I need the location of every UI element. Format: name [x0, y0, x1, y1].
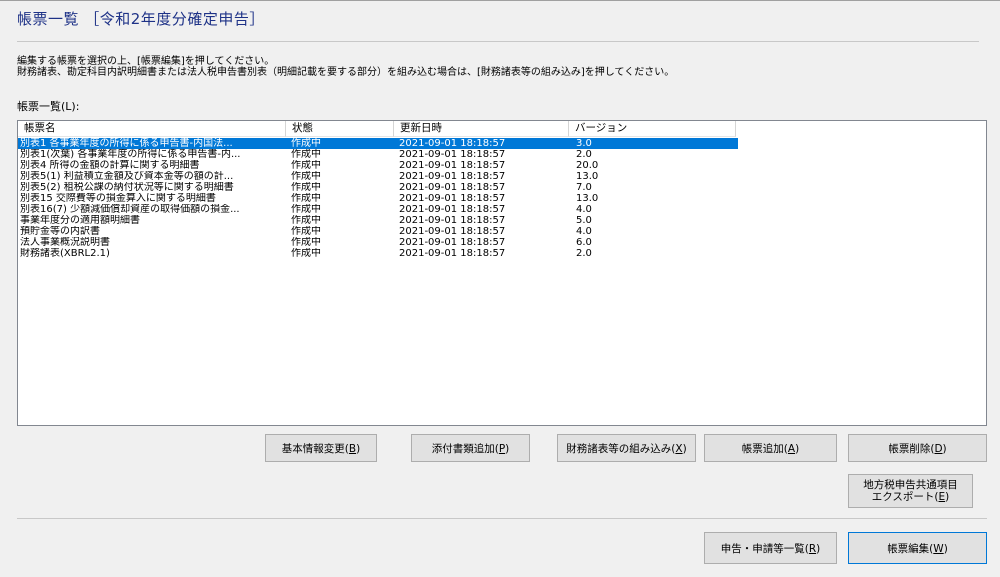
delete-form-label: 帳票削除( — [888, 442, 935, 455]
instruction-line-2: 財務諸表、勘定科目内訳明細書または法人税申告書別表（明細記載を要する部分）を組み… — [17, 67, 675, 78]
row-status: 作成中 — [291, 149, 321, 160]
row-updated: 2021-09-01 18:18:57 — [399, 193, 506, 204]
row-name: 別表16(7) 少額減価償却資産の取得価額の損金... — [20, 204, 240, 215]
edit-form-label: 帳票編集( — [887, 542, 934, 555]
add-form-end: ) — [795, 442, 800, 455]
row-status: 作成中 — [291, 215, 321, 226]
row-version: 13.0 — [576, 171, 599, 182]
delete-form-end: ) — [942, 442, 947, 455]
table-row[interactable]: 別表15 交際費等の損金算入に関する明細書 作成中 2021-09-01 18:… — [18, 193, 738, 204]
title-divider — [17, 41, 979, 42]
column-header-version[interactable]: バージョン — [569, 121, 736, 137]
window-top-border — [0, 0, 1000, 1]
row-name: 事業年度分の適用額明細書 — [20, 215, 140, 226]
row-name: 別表5(2) 租税公課の納付状況等に関する明細書 — [20, 182, 234, 193]
basic-info-change-button[interactable]: 基本情報変更(B) — [265, 434, 377, 462]
edit-form-button[interactable]: 帳票編集(W) — [848, 532, 987, 564]
add-form-button[interactable]: 帳票追加(A) — [704, 434, 837, 462]
table-row[interactable]: 別表4 所得の金額の計算に関する明細書 作成中 2021-09-01 18:18… — [18, 160, 738, 171]
table-row[interactable]: 別表1(次葉) 各事業年度の所得に係る申告書-内... 作成中 2021-09-… — [18, 149, 738, 160]
local-tax-export-end: ) — [945, 491, 950, 503]
row-name: 別表5(1) 利益積立金額及び資本金等の額の計... — [20, 171, 234, 182]
table-row[interactable]: 財務諸表(XBRL2.1) 作成中 2021-09-01 18:18:57 2.… — [18, 248, 738, 259]
edit-form-end: ) — [943, 542, 948, 555]
local-tax-export-line2: エクスポート(E) — [849, 491, 972, 503]
filings-list-button[interactable]: 申告・申請等一覧(R) — [704, 532, 837, 564]
bottom-divider — [17, 518, 987, 519]
basic-info-change-end: ) — [356, 442, 361, 455]
row-name: 別表1(次葉) 各事業年度の所得に係る申告書-内... — [20, 149, 241, 160]
row-updated: 2021-09-01 18:18:57 — [399, 248, 506, 259]
row-version: 2.0 — [576, 248, 592, 259]
row-version: 3.0 — [576, 138, 592, 149]
row-version: 5.0 — [576, 215, 592, 226]
delete-form-accel: D — [934, 442, 943, 455]
filings-list-label: 申告・申請等一覧( — [720, 542, 809, 555]
row-version: 7.0 — [576, 182, 592, 193]
row-name: 別表4 所得の金額の計算に関する明細書 — [20, 160, 200, 171]
filings-list-end: ) — [816, 542, 821, 555]
column-header-updated[interactable]: 更新日時 — [394, 121, 569, 137]
row-status: 作成中 — [291, 182, 321, 193]
row-status: 作成中 — [291, 237, 321, 248]
add-attachment-button[interactable]: 添付書類追加(P) — [411, 434, 530, 462]
form-list-label: 帳票一覧(L): — [17, 100, 80, 113]
row-name: 別表1 各事業年度の所得に係る申告書-内国法... — [20, 138, 233, 149]
table-row[interactable]: 別表5(1) 利益積立金額及び資本金等の額の計... 作成中 2021-09-0… — [18, 171, 738, 182]
add-attachment-label: 添付書類追加( — [431, 442, 499, 455]
row-updated: 2021-09-01 18:18:57 — [399, 182, 506, 193]
row-updated: 2021-09-01 18:18:57 — [399, 237, 506, 248]
row-updated: 2021-09-01 18:18:57 — [399, 171, 506, 182]
row-status: 作成中 — [291, 160, 321, 171]
list-header: 帳票名 状態 更新日時 バージョン — [18, 121, 986, 137]
edit-form-accel: W — [933, 542, 944, 555]
row-updated: 2021-09-01 18:18:57 — [399, 160, 506, 171]
column-header-name[interactable]: 帳票名 — [18, 121, 286, 137]
row-status: 作成中 — [291, 193, 321, 204]
row-name: 預貯金等の内訳書 — [20, 226, 100, 237]
include-financial-statements-label: 財務諸表等の組み込み( — [566, 442, 676, 455]
page-title: 帳票一覧 ［令和2年度分確定申告］ — [17, 10, 265, 28]
row-version: 4.0 — [576, 204, 592, 215]
table-row[interactable]: 法人事業概況説明書 作成中 2021-09-01 18:18:57 6.0 — [18, 237, 738, 248]
local-tax-export-button[interactable]: 地方税申告共通項目 エクスポート(E) — [848, 474, 973, 508]
row-version: 4.0 — [576, 226, 592, 237]
row-name: 法人事業概況説明書 — [20, 237, 110, 248]
delete-form-button[interactable]: 帳票削除(D) — [848, 434, 987, 462]
table-row[interactable]: 別表1 各事業年度の所得に係る申告書-内国法... 作成中 2021-09-01… — [18, 138, 738, 149]
row-updated: 2021-09-01 18:18:57 — [399, 204, 506, 215]
row-version: 20.0 — [576, 160, 599, 171]
row-status: 作成中 — [291, 171, 321, 182]
local-tax-export-line1: 地方税申告共通項目 — [863, 479, 958, 491]
row-name: 別表15 交際費等の損金算入に関する明細書 — [20, 193, 216, 204]
row-status: 作成中 — [291, 204, 321, 215]
column-header-status[interactable]: 状態 — [286, 121, 394, 137]
row-updated: 2021-09-01 18:18:57 — [399, 138, 506, 149]
row-version: 13.0 — [576, 193, 599, 204]
row-status: 作成中 — [291, 226, 321, 237]
local-tax-export-label: エクスポート( — [871, 491, 939, 503]
instruction-line-1: 編集する帳票を選択の上、[帳票編集]を押してください。 — [17, 56, 275, 67]
include-financial-statements-accel: X — [675, 442, 683, 455]
table-row[interactable]: 事業年度分の適用額明細書 作成中 2021-09-01 18:18:57 5.0 — [18, 215, 738, 226]
row-status: 作成中 — [291, 138, 321, 149]
table-row[interactable]: 預貯金等の内訳書 作成中 2021-09-01 18:18:57 4.0 — [18, 226, 738, 237]
row-updated: 2021-09-01 18:18:57 — [399, 149, 506, 160]
include-financial-statements-end: ) — [682, 442, 687, 455]
table-row[interactable]: 別表16(7) 少額減価償却資産の取得価額の損金... 作成中 2021-09-… — [18, 204, 738, 215]
instructions: 編集する帳票を選択の上、[帳票編集]を押してください。 財務諸表、勘定科目内訳明… — [17, 56, 674, 78]
row-version: 2.0 — [576, 149, 592, 160]
add-attachment-end: ) — [505, 442, 510, 455]
row-updated: 2021-09-01 18:18:57 — [399, 226, 506, 237]
include-financial-statements-button[interactable]: 財務諸表等の組み込み(X) — [557, 434, 696, 462]
basic-info-change-label: 基本情報変更( — [281, 442, 349, 455]
row-updated: 2021-09-01 18:18:57 — [399, 215, 506, 226]
add-form-label: 帳票追加( — [741, 442, 788, 455]
table-row[interactable]: 別表5(2) 租税公課の納付状況等に関する明細書 作成中 2021-09-01 … — [18, 182, 738, 193]
form-list[interactable]: 帳票名 状態 更新日時 バージョン 別表1 各事業年度の所得に係る申告書-内国法… — [17, 120, 987, 426]
row-name: 財務諸表(XBRL2.1) — [20, 248, 110, 259]
row-status: 作成中 — [291, 248, 321, 259]
row-version: 6.0 — [576, 237, 592, 248]
